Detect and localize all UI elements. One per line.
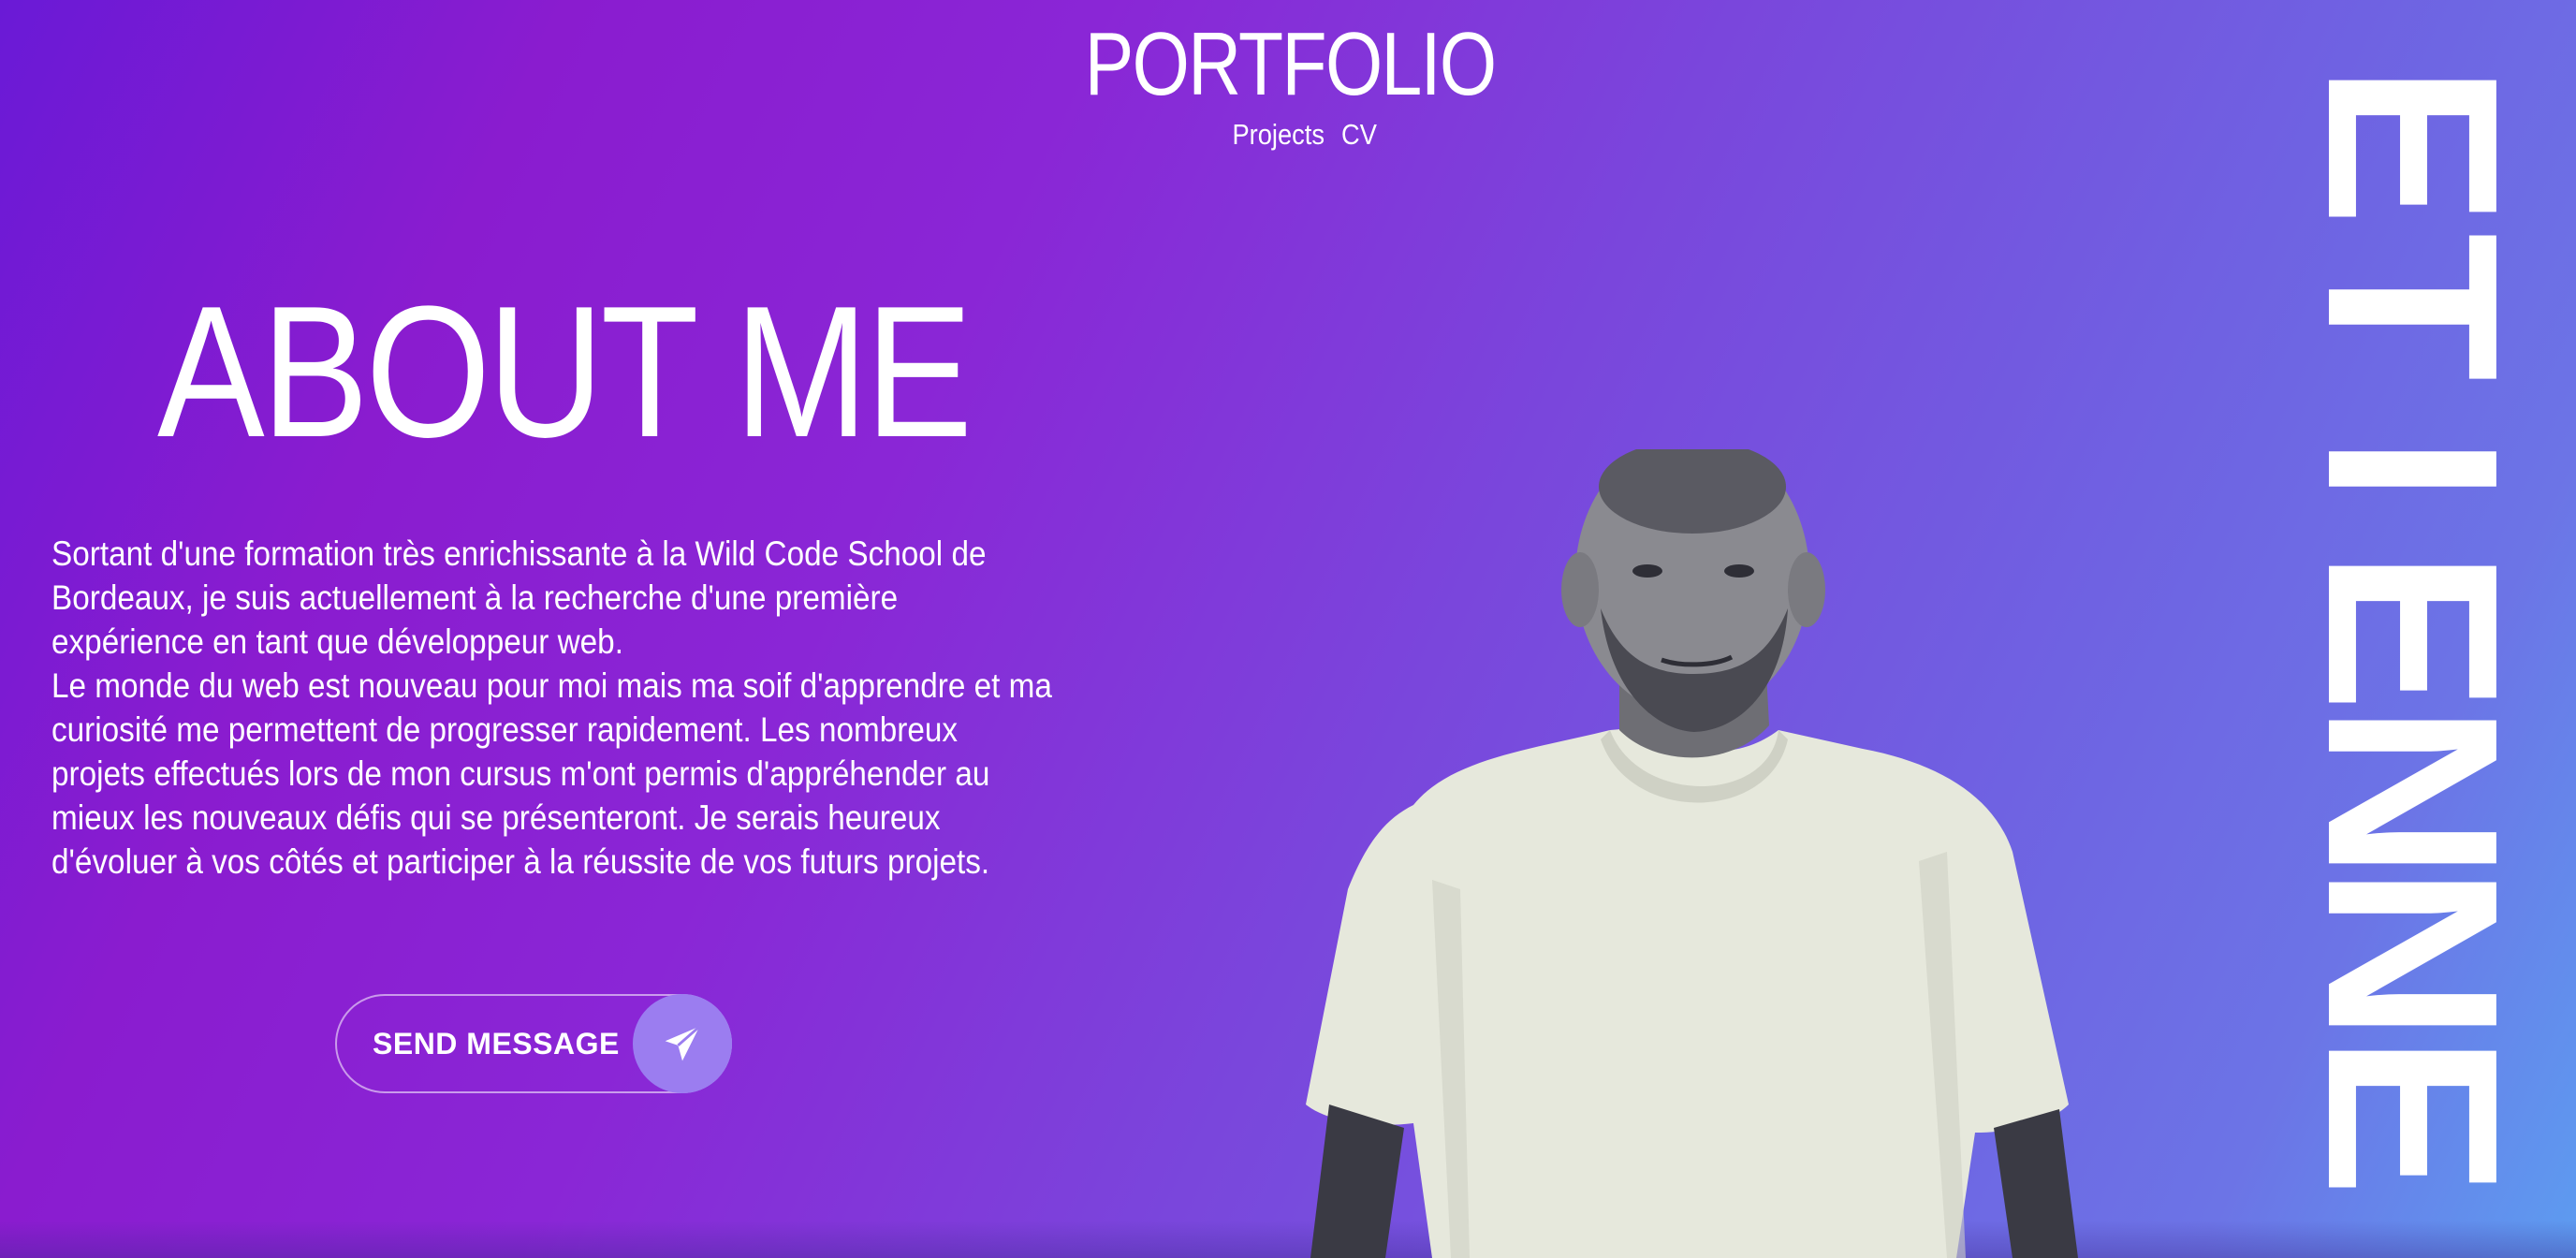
bio-paragraph: Le monde du web est nouveau pour moi mai… xyxy=(51,666,1052,881)
main-nav: Projects CV xyxy=(1217,116,1385,154)
vertical-name-etienne: E T I E N N E xyxy=(2276,64,2548,1198)
bottom-shade xyxy=(0,1221,2576,1258)
name-letter: E xyxy=(2276,1034,2548,1197)
about-heading: ABOUT ME xyxy=(157,268,973,476)
site-title: PORTFOLIO xyxy=(1084,14,1497,114)
nav-link-cv[interactable]: CV xyxy=(1341,116,1377,154)
send-message-button[interactable]: SEND MESSAGE xyxy=(335,994,732,1093)
nav-link-projects[interactable]: Projects xyxy=(1233,116,1325,154)
bio-paragraph: Sortant d'une formation très enrichissan… xyxy=(51,534,987,661)
paper-plane-icon xyxy=(633,994,732,1093)
about-bio: Sortant d'une formation très enrichissan… xyxy=(51,532,1054,884)
send-message-label: SEND MESSAGE xyxy=(373,1026,620,1061)
profile-photo xyxy=(1306,449,2078,1258)
